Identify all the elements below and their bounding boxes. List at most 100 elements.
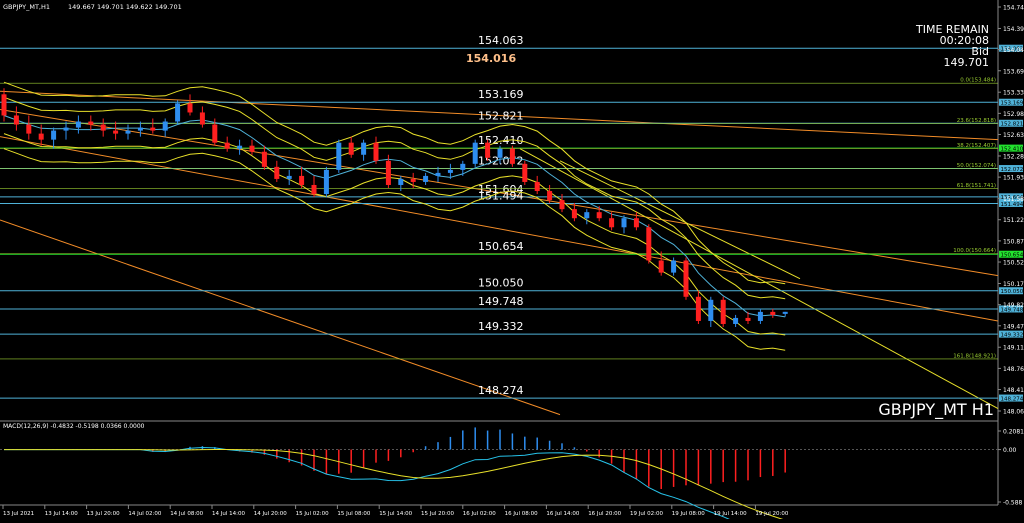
candle-body [385,160,391,185]
time-tick-label: 19 Jul 14:00 [714,511,747,517]
level-price-tag-text: 150.654 [1001,253,1024,259]
candle-body [733,317,739,324]
candle-body [26,124,32,134]
time-tick-label: 13 Jul 2021 [3,511,34,517]
price-tick-label: 154.390 [1003,26,1024,33]
candle-body [162,121,168,131]
time-tick-label: 16 Jul 08:00 [505,511,538,517]
time-tick-label: 14 Jul 02:00 [128,511,161,517]
candle-body [336,142,342,170]
candle-body [237,145,243,149]
candle-body [113,130,119,134]
level-label: 152.821 [478,109,524,122]
candle-body [435,172,441,176]
price-tick-label: 149.820 [1003,302,1024,309]
candle-body [410,178,416,182]
candle-body [175,103,181,122]
time-tick-label: 13 Jul 14:00 [45,511,78,517]
candle-body [286,175,292,179]
price-tick-label: 150.875 [1003,238,1024,245]
candle-body [38,133,44,140]
time-tick-label: 16 Jul 20:00 [588,511,621,517]
candle-body [1,94,7,116]
price-tick-label: 152.985 [1003,111,1024,118]
price-tick-label: 150.525 [1003,260,1024,267]
candle-body [720,299,726,324]
candle-body [658,260,664,273]
price-tick-label: 154.745 [1003,5,1024,12]
candle-body [683,260,689,297]
price-tick-label: 151.930 [1003,175,1024,182]
price-tick-label: 149.470 [1003,323,1024,330]
fib-label: 100.0(150.664) [953,248,996,254]
macd-tick-label: 0.2081 [1003,429,1024,436]
time-tick-label: 15 Jul 08:00 [337,511,370,517]
time-tick-label: 13 Jul 20:00 [87,511,120,517]
level-label: 154.063 [478,34,524,47]
level-price-tag-text: 149.332 [1001,332,1024,338]
candle-body [571,209,577,219]
level-label: 149.332 [478,320,524,333]
candle-body [497,148,503,158]
candle-body [584,212,590,219]
ohlc-readout: 149.667 149.701 149.622 149.701 [68,3,182,11]
fib-label: 38.2(152.407) [957,143,996,149]
candle-body [100,124,106,131]
candle-body [671,260,677,273]
level-price-tag-text: 148.274 [1001,396,1024,402]
fib-label: 0.0(153.484) [960,78,996,84]
time-tick-label: 19 Jul 08:00 [672,511,705,517]
candle-body [373,142,379,161]
candle-body [137,127,143,131]
candle-body [261,151,267,167]
candle-body [633,218,639,228]
level-label: 149.748 [478,295,524,308]
candle-body [88,121,94,125]
fib-label: 50.0(152.074) [957,163,996,169]
candle-body [695,296,701,321]
time-tick-label: 14 Jul 08:00 [170,511,203,517]
candle-body [249,145,255,152]
price-tick-label: 151.225 [1003,217,1024,224]
fib-label: 23.6(152.818) [957,118,996,124]
fib-label: 61.8(151.741) [957,183,996,189]
time-tick-label: 19 Jul 20:00 [755,511,788,517]
candle-body [63,127,69,131]
level-label: 150.050 [478,277,524,290]
macd-tick-label: 0.00 [1003,447,1017,454]
candle-body [13,115,19,125]
chart-svg[interactable]: 154.063154.063153.169153.169152.821152.8… [0,0,1024,523]
price-tick-label: 148.415 [1003,387,1024,394]
candle-body [770,311,776,315]
candle-body [472,142,478,164]
candle-body [522,163,528,182]
level-price-tag-text: 153.169 [1001,101,1024,107]
candle-body [485,142,491,158]
candle-body [646,227,652,261]
candle-body [224,142,230,149]
candle-body [125,130,131,134]
price-tick-label: 153.690 [1003,68,1024,75]
candle-body [51,130,57,140]
chart-window[interactable]: 154.063 154.063 153.169 153.169 152.821 152.8… [0,0,1024,523]
time-tick-label: 16 Jul 02:00 [463,511,496,517]
price-tick-label: 153.335 [1003,90,1024,97]
level-price-tag-text: 150.050 [1001,289,1024,295]
candle-body [547,191,553,201]
price-tick-label: 148.060 [1003,409,1024,416]
candle-body [150,127,156,131]
candle-body [509,148,515,164]
price-tick-label: 152.635 [1003,132,1024,139]
level-label: 150.654 [478,240,524,253]
candle-body [447,169,453,173]
candle-body [621,218,627,228]
time-tick-label: 16 Jul 14:00 [546,511,579,517]
candle-body [323,169,329,195]
time-tick-label: 15 Jul 02:00 [296,511,329,517]
candle-body [460,163,466,170]
level-price-tag-text: 152.821 [1001,122,1024,128]
macd-tick-label: -0.588 [1003,500,1023,507]
price-tick-label: 150.170 [1003,281,1024,288]
macd-label: MACD(12,26,9) -0.4832 -0.5198 0.0366 0.0… [3,423,145,430]
candle-body [199,112,205,125]
